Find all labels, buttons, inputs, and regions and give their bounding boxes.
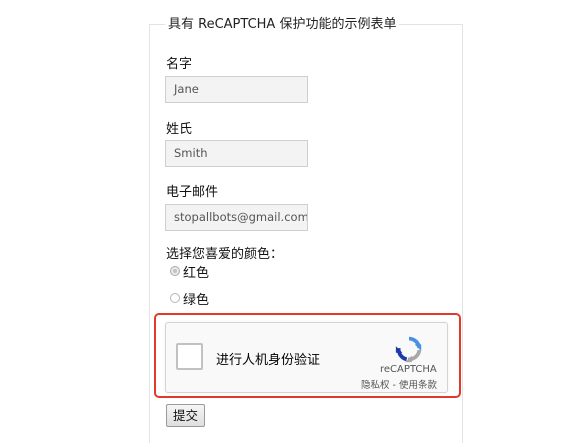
first-name-input[interactable]: Jane [165, 76, 308, 103]
red-radio-label: 红色 [183, 265, 210, 281]
form-legend: 具有 ReCAPTCHA 保护功能的示例表单 [165, 13, 400, 32]
email-label: 电子邮件 [166, 185, 219, 200]
red-radio[interactable] [170, 266, 180, 276]
first-name-label: 名字 [166, 57, 193, 72]
color-label: 选择您喜爱的颜色： [166, 247, 284, 262]
email-input[interactable]: stopallbots@gmail.com [165, 204, 308, 231]
page: 具有 ReCAPTCHA 保护功能的示例表单 名字 Jane 姓氏 Smith … [0, 0, 572, 443]
last-name-input[interactable]: Smith [165, 140, 308, 167]
green-radio[interactable] [170, 293, 180, 303]
color-option-green[interactable]: 绿色 [170, 290, 210, 308]
color-option-red[interactable]: 红色 [170, 263, 210, 281]
green-radio-label: 绿色 [183, 292, 210, 308]
last-name-label: 姓氏 [166, 122, 193, 137]
recaptcha-highlight-box [154, 313, 461, 398]
submit-button[interactable]: 提交 [166, 404, 206, 427]
